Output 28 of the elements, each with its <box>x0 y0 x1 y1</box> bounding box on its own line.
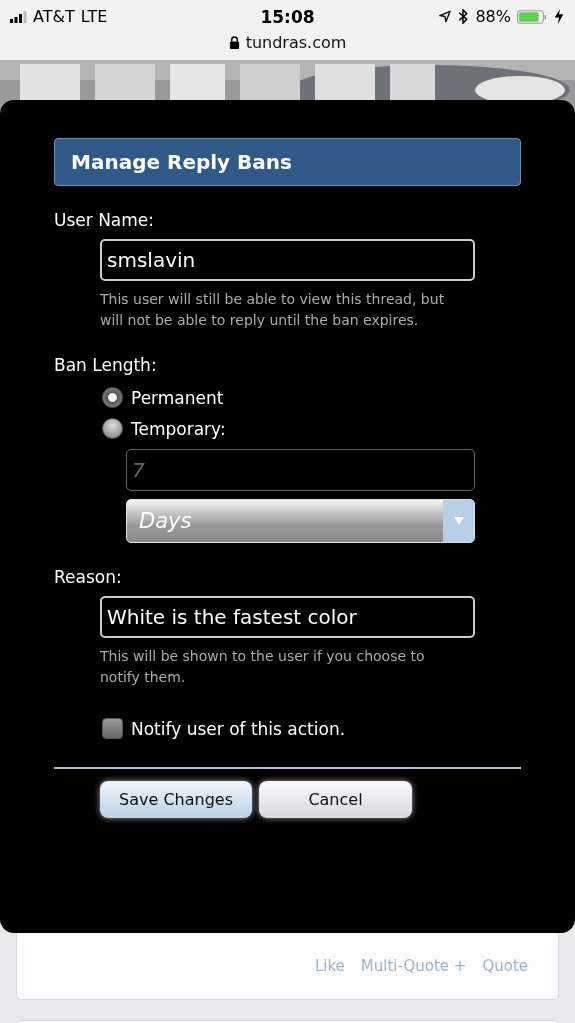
cancel-button[interactable]: Cancel <box>259 781 412 818</box>
field-label: User Name: <box>54 210 156 230</box>
field-label: Reason: <box>54 567 123 587</box>
battery-percent: 88% <box>475 7 511 26</box>
carrier-name: AT&T <box>33 7 75 26</box>
save-button[interactable]: Save Changes <box>100 781 252 818</box>
caret-icon <box>453 517 464 525</box>
network-type: LTE <box>80 7 108 26</box>
checkbox-label[interactable]: Notify user of this action. <box>131 718 346 739</box>
signal-icon <box>10 10 27 23</box>
dialog-title: Manage Reply Bans <box>54 138 521 186</box>
url-text[interactable]: tundras.com <box>245 33 347 52</box>
help-text: This user will still be able to view this thread, but will not be able to reply until the ban expires. <box>100 290 446 330</box>
input-field[interactable]: smslavin <box>100 239 475 281</box>
checkbox[interactable] <box>102 718 123 739</box>
field-label: Ban Length: <box>54 355 158 375</box>
radio-button[interactable] <box>102 418 123 439</box>
battery-icon <box>517 9 547 24</box>
radio-button[interactable] <box>102 387 123 408</box>
lock-icon <box>228 36 240 49</box>
clock-time: 15:08 <box>260 6 315 27</box>
charging-icon <box>553 9 565 24</box>
input-field[interactable]: White is the fastest color <box>100 596 475 638</box>
location-arrow-icon <box>439 9 452 24</box>
help-text: This will be shown to the user if you choose to notify them. <box>100 647 426 687</box>
radio-label[interactable]: Temporary: <box>131 418 226 439</box>
radio-label[interactable]: Permanent <box>131 387 224 408</box>
bluetooth-icon <box>457 9 470 24</box>
